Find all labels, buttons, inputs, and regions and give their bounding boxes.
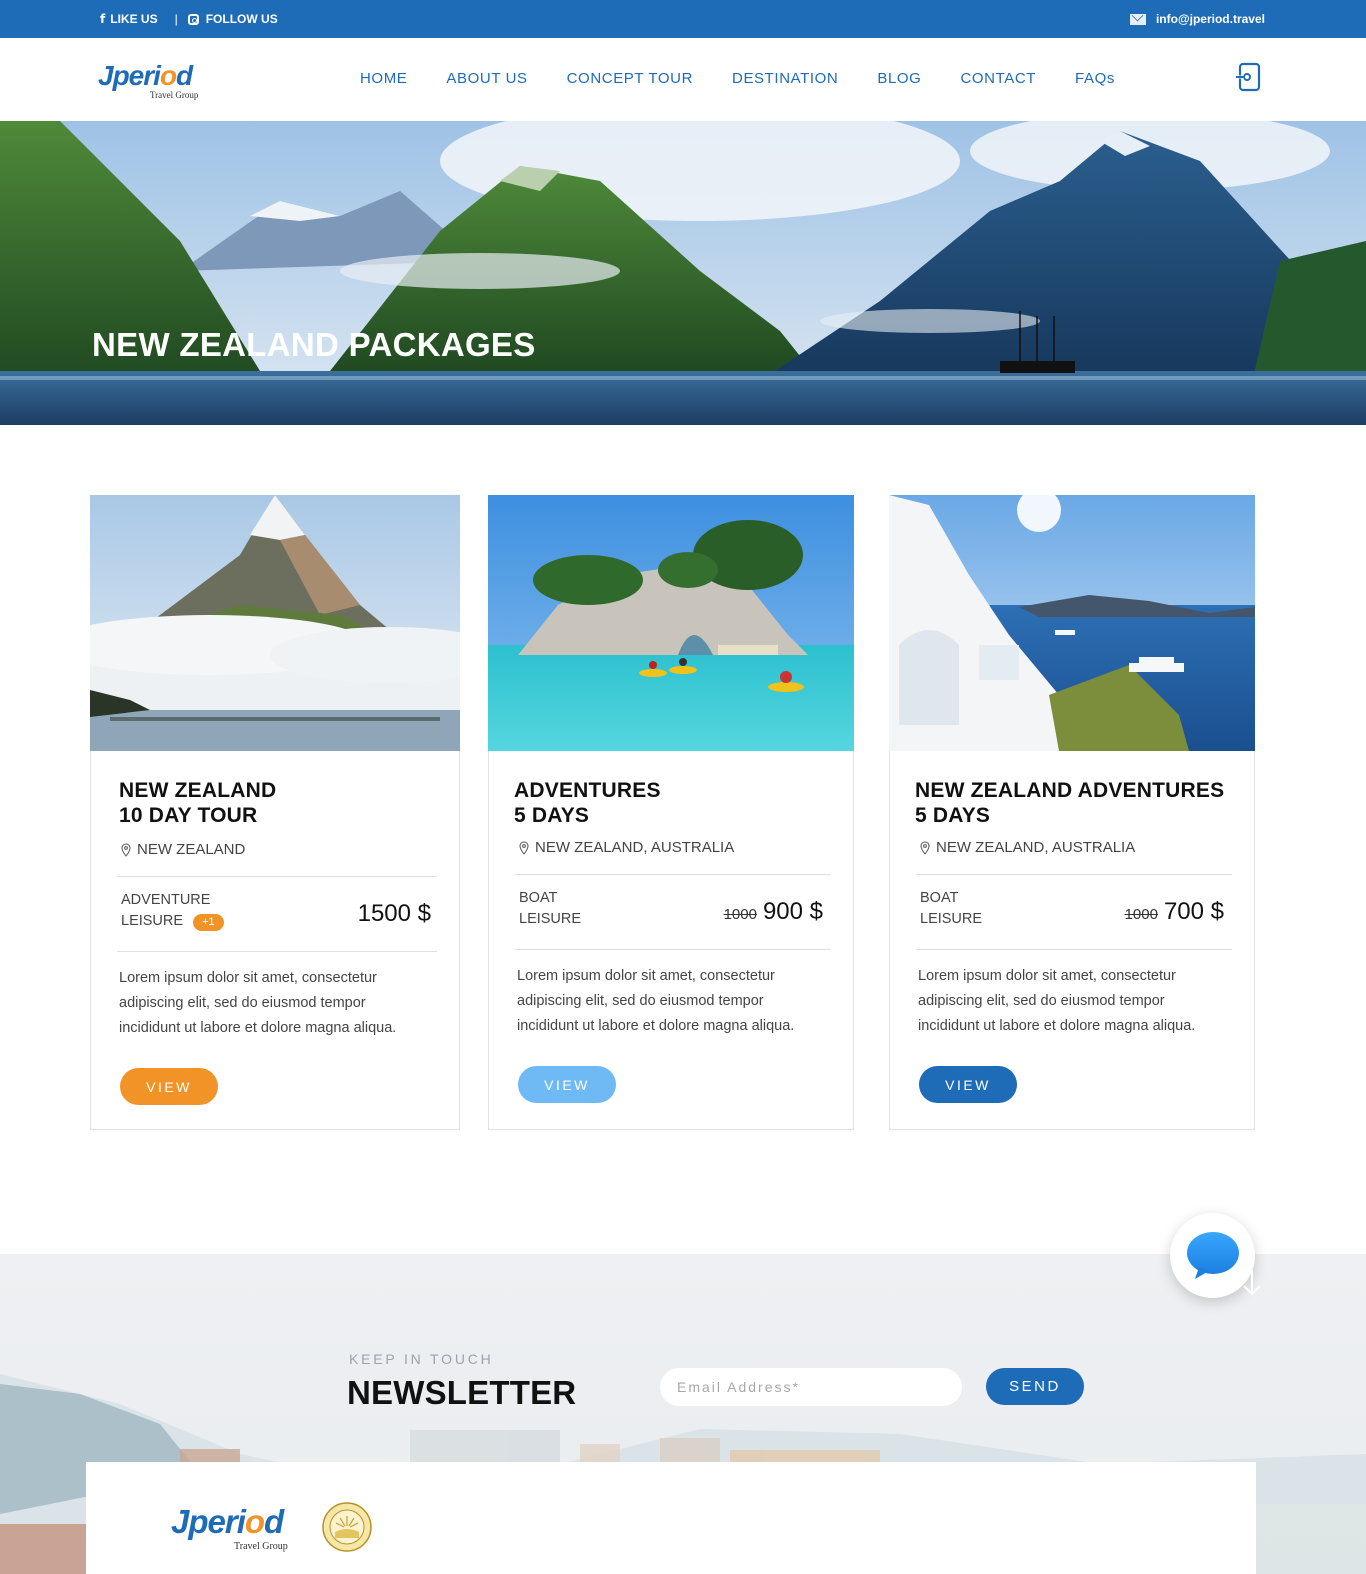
divider [515, 949, 831, 950]
logo-wordmark: Jperiod [171, 1503, 284, 1540]
facebook-icon: f [100, 12, 106, 26]
divider [916, 874, 1232, 875]
newsletter-kicker: KEEP IN TOUCH [349, 1351, 494, 1367]
card-tags: BOAT LEISURE [920, 888, 982, 930]
instagram-icon [187, 13, 199, 25]
location-label: NEW ZEALAND, AUSTRALIA [936, 839, 1136, 856]
footer-logo[interactable]: Jperiod Travel Group [171, 1503, 288, 1552]
mountain-fog-image [90, 495, 460, 751]
card-title: ADVENTURES 5 DAYS [514, 779, 661, 827]
follow-us-label: FOLLOW US [205, 12, 278, 26]
separator: | [174, 12, 178, 26]
instagram-link[interactable]: FOLLOW US [187, 12, 278, 26]
chat-bubble-icon [1186, 1231, 1239, 1279]
nav-home[interactable]: HOME [360, 70, 407, 87]
login-icon[interactable] [1235, 62, 1261, 92]
old-price: 1000 [1124, 906, 1158, 923]
divider [117, 951, 437, 952]
card-price: 1000 900 $ [724, 898, 823, 926]
newsletter-section: KEEP IN TOUCH NEWSLETTER SEND Jperiod Tr… [0, 1254, 1366, 1574]
nav-about-us[interactable]: ABOUT US [446, 70, 527, 87]
package-image[interactable] [488, 495, 854, 751]
divider [515, 874, 831, 875]
email-input[interactable] [660, 1368, 962, 1406]
card-price: 1500 $ [358, 900, 431, 928]
logo-tagline: Travel Group [150, 90, 199, 100]
nav-contact[interactable]: CONTACT [960, 70, 1036, 87]
hero-landscape-image [0, 121, 1366, 425]
tag-leisure: LEISURE [121, 913, 184, 929]
card-tags: ADVENTURE LEISURE +1 [121, 890, 224, 932]
main-nav: HOME ABOUT US CONCEPT TOUR DESTINATION B… [360, 70, 1115, 87]
package-image[interactable] [90, 495, 460, 751]
nav-faqs[interactable]: FAQs [1075, 70, 1115, 87]
location-pin-icon [519, 840, 529, 855]
card-price: 1000 700 $ [1125, 898, 1224, 926]
view-button[interactable]: VIEW [919, 1066, 1017, 1103]
email-address: info@jperiod.travel [1155, 12, 1265, 26]
tourism-seal-icon [322, 1502, 372, 1552]
more-tags-badge[interactable]: +1 [193, 914, 224, 931]
card-title: NEW ZEALAND 10 DAY TOUR [119, 779, 277, 827]
sea-arch-kayak-image [488, 495, 854, 751]
card-location: NEW ZEALAND, AUSTRALIA [920, 839, 1135, 856]
nav-concept-tour[interactable]: CONCEPT TOUR [567, 70, 693, 87]
location-label: NEW ZEALAND, AUSTRALIA [535, 839, 735, 856]
footer: Jperiod Travel Group [86, 1462, 1256, 1574]
tag-boat: BOAT [519, 890, 558, 906]
email-link[interactable]: info@jperiod.travel [1129, 12, 1265, 26]
card-description: Lorem ipsum dolor sit amet, consectetur … [119, 970, 397, 1036]
divider [117, 876, 437, 877]
card-tags: BOAT LEISURE [519, 888, 581, 930]
card-description: Lorem ipsum dolor sit amet, consectetur … [517, 968, 795, 1034]
location-label: NEW ZEALAND [137, 841, 246, 858]
card-location: NEW ZEALAND [121, 841, 245, 858]
logo[interactable]: Jperiod Travel Group [98, 60, 198, 101]
facebook-link[interactable]: f LIKE US [100, 12, 158, 26]
price-value: 1500 $ [357, 900, 431, 927]
tag-boat: BOAT [920, 890, 959, 906]
view-button[interactable]: VIEW [120, 1068, 218, 1105]
package-card: NEW ZEALAND 10 DAY TOUR NEW ZEALAND ADVEN… [90, 495, 460, 1130]
tag-leisure: LEISURE [519, 911, 582, 927]
nav-blog[interactable]: BLOG [877, 70, 921, 87]
santorini-coast-image [889, 495, 1255, 751]
card-description: Lorem ipsum dolor sit amet, consectetur … [918, 968, 1196, 1034]
location-pin-icon [920, 840, 930, 855]
top-bar: f LIKE US | FOLLOW US info@jperiod.trave… [0, 0, 1366, 38]
old-price: 1000 [723, 906, 757, 923]
view-button[interactable]: VIEW [518, 1066, 616, 1103]
tag-leisure: LEISURE [920, 911, 983, 927]
mail-icon [1129, 13, 1146, 25]
logo-wordmark: Jperiod [98, 60, 193, 91]
send-button[interactable]: SEND [986, 1368, 1084, 1405]
social-links: f LIKE US | FOLLOW US [100, 12, 278, 26]
divider [916, 949, 1232, 950]
arrow-down-icon[interactable] [1240, 1268, 1264, 1298]
price-value: 700 $ [1163, 898, 1224, 925]
package-card: NEW ZEALAND ADVENTURES 5 DAYS NEW ZEALAND… [889, 495, 1255, 1130]
location-pin-icon [121, 842, 131, 857]
tag-adventure: ADVENTURE [121, 892, 211, 908]
card-title: NEW ZEALAND ADVENTURES 5 DAYS [915, 779, 1225, 827]
page-title: NEW ZEALAND PACKAGES [92, 326, 536, 363]
card-location: NEW ZEALAND, AUSTRALIA [519, 839, 734, 856]
price-value: 900 $ [762, 898, 823, 925]
hero-banner: NEW ZEALAND PACKAGES [0, 121, 1366, 425]
main-navbar: Jperiod Travel Group HOME ABOUT US CONCE… [0, 38, 1366, 121]
like-us-label: LIKE US [110, 12, 158, 26]
logo-tagline: Travel Group [234, 1541, 288, 1552]
newsletter-title: NEWSLETTER [347, 1374, 577, 1411]
package-image[interactable] [889, 495, 1255, 751]
package-card: ADVENTURES 5 DAYS NEW ZEALAND, AUSTRALIA … [488, 495, 854, 1130]
nav-destination[interactable]: DESTINATION [732, 70, 838, 87]
